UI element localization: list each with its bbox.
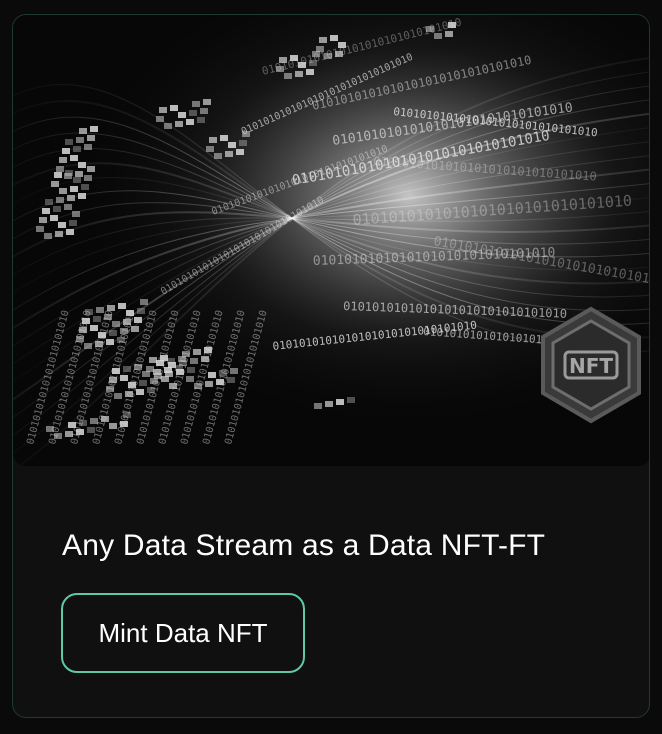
mint-data-nft-button[interactable]: Mint Data NFT	[61, 593, 305, 673]
hero-image: 0101010101010101010101010101010 010101010…	[13, 15, 649, 466]
data-stream-artwork: 0101010101010101010101010101010010101010…	[13, 15, 649, 466]
card-title: Any Data Stream as a Data NFT-FT	[62, 529, 546, 562]
nft-card: 0101010101010101010101010101010 010101010…	[12, 14, 650, 718]
nft-badge-label: NFT	[569, 354, 613, 378]
